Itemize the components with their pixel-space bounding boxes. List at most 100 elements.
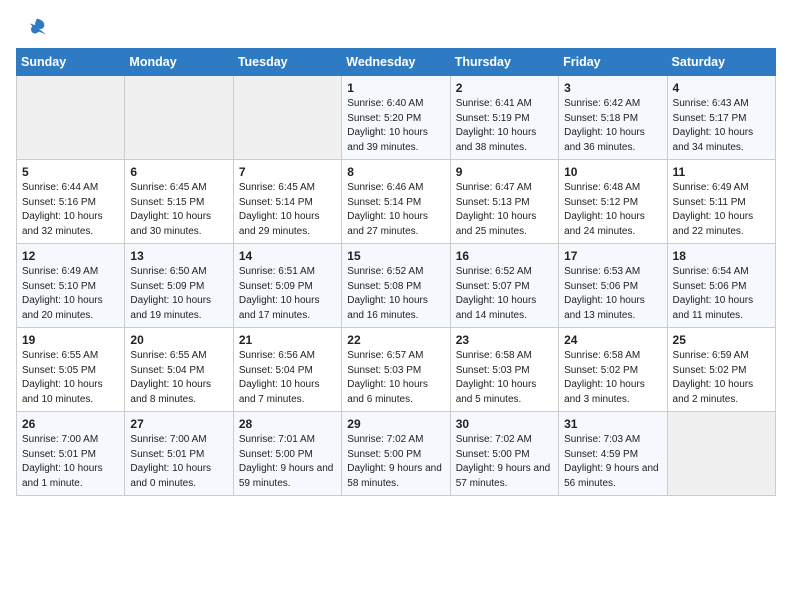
cell-content: Sunrise: 6:52 AM Sunset: 5:08 PM Dayligh… — [347, 265, 444, 323]
calendar-cell — [667, 412, 775, 496]
calendar-cell: 9 Sunrise: 6:47 AM Sunset: 5:13 PM Daylig… — [450, 160, 558, 244]
cell-content: Sunrise: 6:55 AM Sunset: 5:05 PM Dayligh… — [22, 349, 119, 407]
day-number: 14 — [239, 249, 336, 263]
cell-content: Sunrise: 6:56 AM Sunset: 5:04 PM Dayligh… — [239, 349, 336, 407]
calendar-cell: 20Sunrise: 6:55 AM Sunset: 5:04 PM Dayli… — [125, 328, 233, 412]
cell-content: Sunrise: 6:50 AM Sunset: 5:09 PM Dayligh… — [130, 265, 227, 323]
day-number: 28 — [239, 417, 336, 431]
calendar-cell — [233, 76, 341, 160]
day-number: 18 — [673, 249, 770, 263]
day-number: 21 — [239, 333, 336, 347]
calendar-cell: 17Sunrise: 6:53 AM Sunset: 5:06 PM Dayli… — [559, 244, 667, 328]
day-number: 31 — [564, 417, 661, 431]
cell-content: Sunrise: 7:01 AM Sunset: 5:00 PM Dayligh… — [239, 433, 336, 491]
calendar-cell: 25 Sunrise: 6:59 AM Sunset: 5:02 PM Dayli… — [667, 328, 775, 412]
calendar-cell — [17, 76, 125, 160]
day-header-monday: Monday — [125, 49, 233, 76]
day-number: 12 — [22, 249, 119, 263]
calendar-cell: 10 Sunrise: 6:48 AM Sunset: 5:12 PM Dayli… — [559, 160, 667, 244]
day-number: 27 — [130, 417, 227, 431]
cell-content: Sunrise: 6:43 AM Sunset: 5:17 PM Dayligh… — [673, 97, 770, 155]
day-number: 13 — [130, 249, 227, 263]
calendar-cell: 19 Sunrise: 6:55 AM Sunset: 5:05 PM Dayli… — [17, 328, 125, 412]
calendar-cell: 14 Sunrise: 6:51 AM Sunset: 5:09 PM Dayli… — [233, 244, 341, 328]
calendar-cell: 16 Sunrise: 6:52 AM Sunset: 5:07 PM Dayli… — [450, 244, 558, 328]
day-number: 1 — [347, 81, 444, 95]
cell-content: Sunrise: 6:58 AM Sunset: 5:03 PM Dayligh… — [456, 349, 553, 407]
day-header-wednesday: Wednesday — [342, 49, 450, 76]
calendar-body: 1 Sunrise: 6:40 AM Sunset: 5:20 PM Daylig… — [17, 76, 776, 496]
calendar-cell: 4Sunrise: 6:43 AM Sunset: 5:17 PM Daylig… — [667, 76, 775, 160]
cell-content: Sunrise: 6:59 AM Sunset: 5:02 PM Dayligh… — [673, 349, 770, 407]
calendar-table: SundayMondayTuesdayWednesdayThursdayFrid… — [16, 48, 776, 496]
cell-content: Sunrise: 6:47 AM Sunset: 5:13 PM Dayligh… — [456, 181, 553, 239]
cell-content: Sunrise: 6:45 AM Sunset: 5:15 PM Dayligh… — [130, 181, 227, 239]
calendar-week-3: 19 Sunrise: 6:55 AM Sunset: 5:05 PM Dayli… — [17, 328, 776, 412]
calendar-cell: 8Sunrise: 6:46 AM Sunset: 5:14 PM Daylig… — [342, 160, 450, 244]
day-number: 26 — [22, 417, 119, 431]
calendar-cell: 5Sunrise: 6:44 AM Sunset: 5:16 PM Daylig… — [17, 160, 125, 244]
day-number: 30 — [456, 417, 553, 431]
calendar-cell: 6 Sunrise: 6:45 AM Sunset: 5:15 PM Daylig… — [125, 160, 233, 244]
cell-content: Sunrise: 6:52 AM Sunset: 5:07 PM Dayligh… — [456, 265, 553, 323]
day-number: 25 — [673, 333, 770, 347]
cell-content: Sunrise: 6:40 AM Sunset: 5:20 PM Dayligh… — [347, 97, 444, 155]
day-number: 6 — [130, 165, 227, 179]
cell-content: Sunrise: 6:51 AM Sunset: 5:09 PM Dayligh… — [239, 265, 336, 323]
calendar-cell: 31 Sunrise: 7:03 AM Sunset: 4:59 PM Dayli… — [559, 412, 667, 496]
day-number: 23 — [456, 333, 553, 347]
calendar-cell: 22 Sunrise: 6:57 AM Sunset: 5:03 PM Dayli… — [342, 328, 450, 412]
calendar-cell: 15 Sunrise: 6:52 AM Sunset: 5:08 PM Dayli… — [342, 244, 450, 328]
cell-content: Sunrise: 6:49 AM Sunset: 5:11 PM Dayligh… — [673, 181, 770, 239]
cell-content: Sunrise: 6:58 AM Sunset: 5:02 PM Dayligh… — [564, 349, 661, 407]
calendar-cell: 7 Sunrise: 6:45 AM Sunset: 5:14 PM Daylig… — [233, 160, 341, 244]
calendar-cell: 30 Sunrise: 7:02 AM Sunset: 5:00 PM Dayli… — [450, 412, 558, 496]
calendar-cell: 23 Sunrise: 6:58 AM Sunset: 5:03 PM Dayli… — [450, 328, 558, 412]
day-number: 3 — [564, 81, 661, 95]
day-number: 11 — [673, 165, 770, 179]
day-header-sunday: Sunday — [17, 49, 125, 76]
cell-content: Sunrise: 6:55 AM Sunset: 5:04 PM Dayligh… — [130, 349, 227, 407]
cell-content: Sunrise: 6:46 AM Sunset: 5:14 PM Dayligh… — [347, 181, 444, 239]
calendar-header: SundayMondayTuesdayWednesdayThursdayFrid… — [17, 49, 776, 76]
cell-content: Sunrise: 6:42 AM Sunset: 5:18 PM Dayligh… — [564, 97, 661, 155]
calendar-week-4: 26 Sunrise: 7:00 AM Sunset: 5:01 PM Dayli… — [17, 412, 776, 496]
cell-content: Sunrise: 7:00 AM Sunset: 5:01 PM Dayligh… — [22, 433, 119, 491]
day-header-saturday: Saturday — [667, 49, 775, 76]
cell-content: Sunrise: 6:49 AM Sunset: 5:10 PM Dayligh… — [22, 265, 119, 323]
calendar-cell: 26 Sunrise: 7:00 AM Sunset: 5:01 PM Dayli… — [17, 412, 125, 496]
day-number: 19 — [22, 333, 119, 347]
calendar-week-0: 1 Sunrise: 6:40 AM Sunset: 5:20 PM Daylig… — [17, 76, 776, 160]
calendar-cell: 2 Sunrise: 6:41 AM Sunset: 5:19 PM Daylig… — [450, 76, 558, 160]
day-number: 15 — [347, 249, 444, 263]
day-number: 16 — [456, 249, 553, 263]
calendar-cell: 13 Sunrise: 6:50 AM Sunset: 5:09 PM Dayli… — [125, 244, 233, 328]
calendar-cell: 18Sunrise: 6:54 AM Sunset: 5:06 PM Dayli… — [667, 244, 775, 328]
cell-content: Sunrise: 6:41 AM Sunset: 5:19 PM Dayligh… — [456, 97, 553, 155]
cell-content: Sunrise: 6:48 AM Sunset: 5:12 PM Dayligh… — [564, 181, 661, 239]
logo-bird-icon — [26, 16, 48, 38]
cell-content: Sunrise: 7:02 AM Sunset: 5:00 PM Dayligh… — [456, 433, 553, 491]
calendar-cell — [125, 76, 233, 160]
calendar-cell: 24 Sunrise: 6:58 AM Sunset: 5:02 PM Dayli… — [559, 328, 667, 412]
cell-content: Sunrise: 6:57 AM Sunset: 5:03 PM Dayligh… — [347, 349, 444, 407]
page-header — [0, 0, 792, 44]
calendar-cell: 11 Sunrise: 6:49 AM Sunset: 5:11 PM Dayli… — [667, 160, 775, 244]
day-number: 9 — [456, 165, 553, 179]
cell-content: Sunrise: 6:45 AM Sunset: 5:14 PM Dayligh… — [239, 181, 336, 239]
day-header-friday: Friday — [559, 49, 667, 76]
cell-content: Sunrise: 7:03 AM Sunset: 4:59 PM Dayligh… — [564, 433, 661, 491]
calendar-cell: 28 Sunrise: 7:01 AM Sunset: 5:00 PM Dayli… — [233, 412, 341, 496]
day-number: 10 — [564, 165, 661, 179]
calendar-week-2: 12 Sunrise: 6:49 AM Sunset: 5:10 PM Dayli… — [17, 244, 776, 328]
calendar-cell: 29Sunrise: 7:02 AM Sunset: 5:00 PM Dayli… — [342, 412, 450, 496]
cell-content: Sunrise: 6:44 AM Sunset: 5:16 PM Dayligh… — [22, 181, 119, 239]
logo — [24, 18, 48, 38]
day-number: 22 — [347, 333, 444, 347]
day-number: 24 — [564, 333, 661, 347]
calendar-cell: 21 Sunrise: 6:56 AM Sunset: 5:04 PM Dayli… — [233, 328, 341, 412]
day-header-thursday: Thursday — [450, 49, 558, 76]
day-number: 7 — [239, 165, 336, 179]
day-number: 2 — [456, 81, 553, 95]
calendar-cell: 1 Sunrise: 6:40 AM Sunset: 5:20 PM Daylig… — [342, 76, 450, 160]
